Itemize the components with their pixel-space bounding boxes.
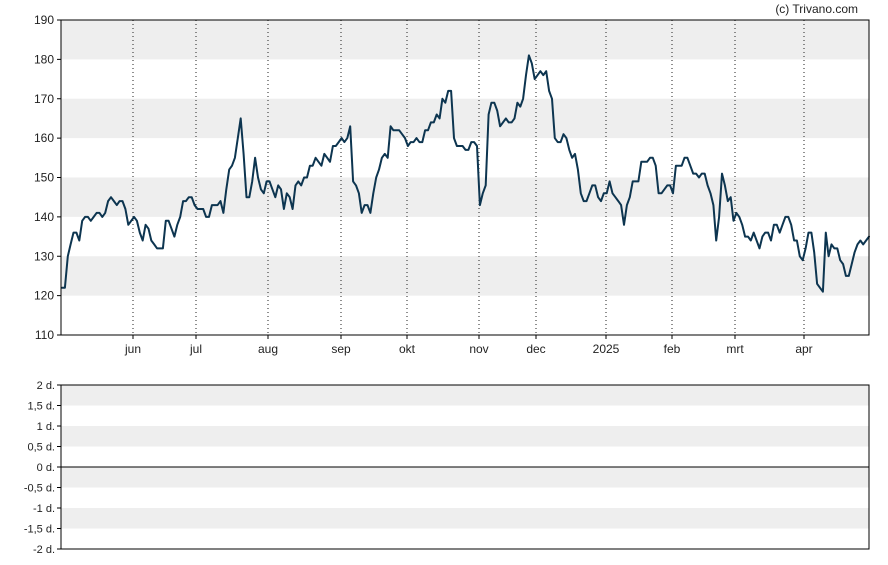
- price-band: [61, 20, 869, 60]
- y-tick-label: 140: [34, 210, 54, 224]
- x-tick-label: jun: [124, 342, 141, 356]
- volume-y-tick-label: -1 d.: [33, 503, 55, 515]
- volume-y-tick-label: -1,5 d.: [24, 524, 55, 536]
- y-tick-label: 160: [34, 131, 54, 145]
- volume-panel-bands: [61, 385, 869, 529]
- price-y-axis: 110 120 130 140 150 160 170 180 190: [34, 13, 61, 342]
- price-x-axis: jun jul aug sep okt nov dec 2025 feb mrt apr: [124, 335, 813, 356]
- credit-text: (c) Trivano.com: [775, 2, 858, 16]
- price-band: [61, 256, 869, 296]
- stock-chart: (c) Trivano.com 110 120 130 140 150 160 170 180…: [24, 2, 870, 556]
- y-tick-label: 130: [34, 249, 54, 263]
- y-tick-label: 180: [34, 52, 54, 66]
- x-tick-label: sep: [331, 342, 351, 356]
- volume-band: [61, 385, 869, 406]
- volume-y-axis: -2 d. -1,5 d. -1 d. -0,5 d. 0 d. 0,5 d. 1 d. 1,…: [24, 380, 61, 556]
- volume-band: [61, 467, 869, 488]
- x-tick-label: aug: [258, 342, 278, 356]
- price-band: [61, 98, 869, 139]
- volume-y-tick-label: 0 d.: [37, 462, 55, 474]
- y-tick-label: 170: [34, 92, 54, 106]
- x-tick-label: jul: [189, 342, 202, 356]
- x-tick-label: nov: [469, 342, 488, 356]
- x-tick-label: mrt: [726, 342, 744, 356]
- volume-y-tick-label: -2 d.: [33, 544, 55, 556]
- x-tick-label: feb: [664, 342, 681, 356]
- volume-y-tick-label: 1,5 d.: [27, 401, 55, 413]
- x-tick-label: apr: [795, 342, 812, 356]
- price-panel-bands: [61, 20, 869, 296]
- y-tick-label: 150: [34, 171, 54, 185]
- x-tick-label: okt: [399, 342, 416, 356]
- y-tick-label: 190: [34, 13, 54, 27]
- volume-band: [61, 508, 869, 529]
- volume-y-tick-label: 1 d.: [37, 421, 55, 433]
- x-tick-label: dec: [526, 342, 545, 356]
- y-tick-label: 120: [34, 289, 54, 303]
- volume-y-tick-label: 2 d.: [37, 380, 55, 392]
- y-tick-label: 110: [35, 328, 54, 342]
- volume-y-tick-label: -0,5 d.: [24, 483, 55, 495]
- volume-y-tick-label: 0,5 d.: [27, 442, 55, 454]
- volume-band: [61, 426, 869, 447]
- x-tick-label: 2025: [593, 342, 620, 356]
